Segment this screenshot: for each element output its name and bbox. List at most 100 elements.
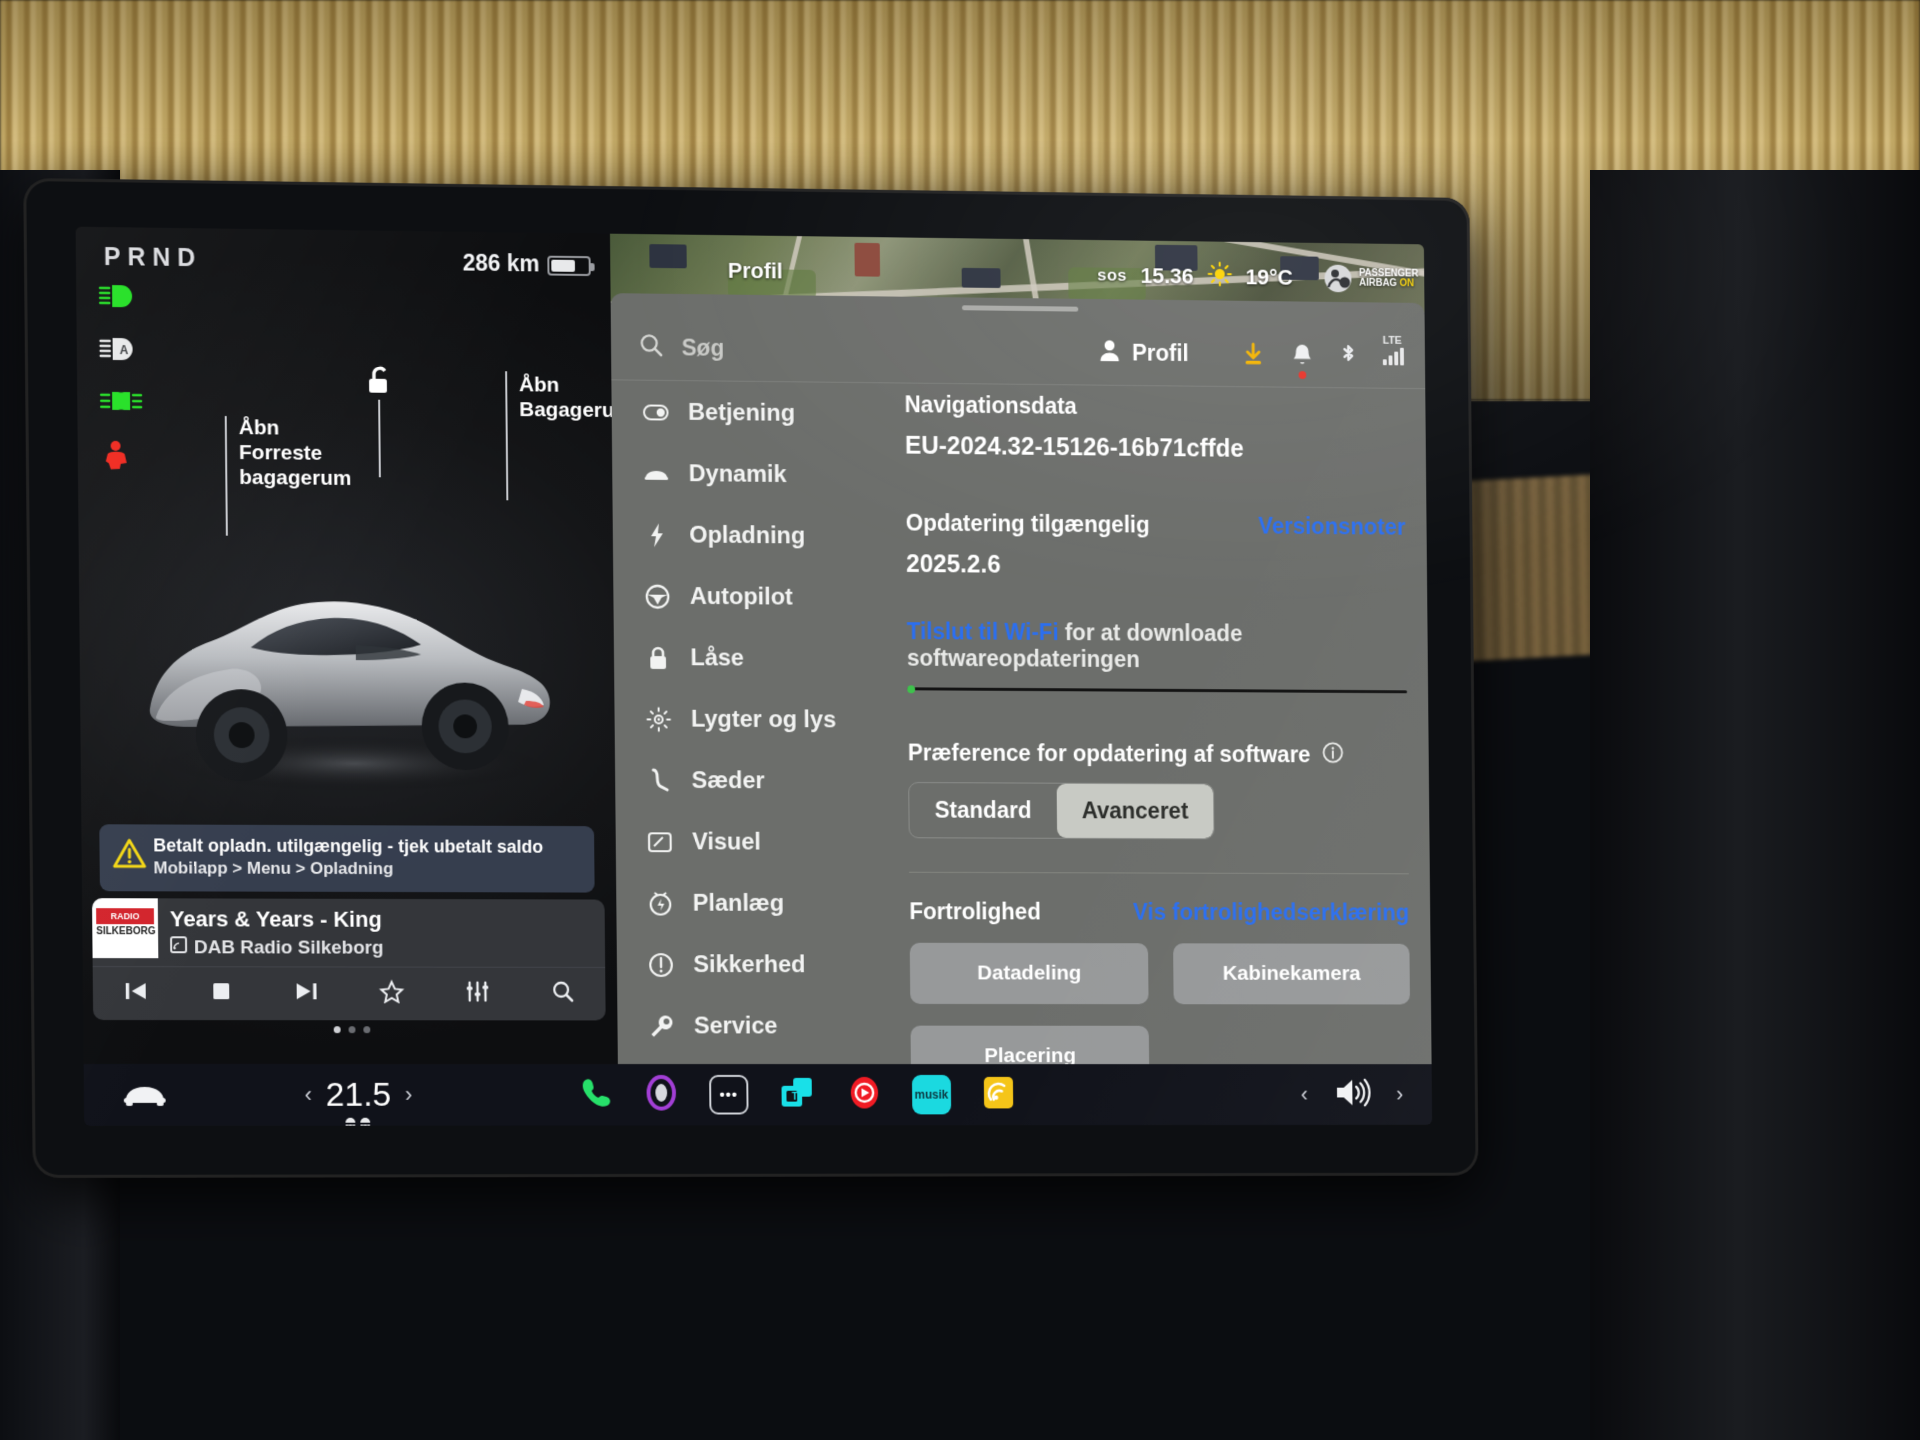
page-dot-3[interactable] [362,1026,370,1034]
sidebar-item-service[interactable]: Service [631,1007,893,1047]
open-front-trunk-label[interactable]: Åbn Forreste bagagerum [239,416,352,491]
youtube-music-app-icon[interactable] [846,1073,883,1115]
temperature-value[interactable]: 21.5 [326,1075,392,1126]
volume-increase-button[interactable]: › [1396,1082,1403,1107]
preference-option-avanceret[interactable]: Avanceret [1056,783,1214,839]
exclamation-circle-icon [648,952,674,978]
more-apps-icon[interactable]: ••• [708,1074,749,1115]
sidebar-item-planlaeg[interactable]: Planlæg [630,884,892,924]
notification-badge [1298,370,1307,379]
profile-label: Profil [1131,339,1189,366]
previous-track-button[interactable] [123,980,149,1007]
favorite-button[interactable] [379,979,405,1008]
front-trunk-pointer-line [224,416,228,536]
settings-panel[interactable]: Søg Profil LTE Betjening Dynamik Opladni… [610,293,1432,1108]
passenger-airbag-indicator: PASSENGER AIRBAG ON [1323,264,1418,295]
preference-option-standard[interactable]: Standard [909,783,1057,838]
volume-control[interactable]: ‹ › [1301,1076,1432,1112]
connect-wifi-link[interactable]: Tilslut til Wi-Fi [907,618,1059,645]
sidebar-item-visuel[interactable]: Visuel [629,822,891,862]
volume-decrease-button[interactable]: ‹ [1301,1082,1308,1107]
search-media-button[interactable] [550,980,576,1009]
sidebar-item-saeder[interactable]: Sæder [629,761,891,802]
privacy-tile-datadeling[interactable]: Datadeling [909,942,1149,1005]
update-preference-toggle[interactable]: Standard Avanceret [908,782,1215,840]
phone-app-icon[interactable] [578,1074,614,1115]
release-notes-link[interactable]: Versionsnoter [1258,513,1405,541]
toggle-switch-icon [643,404,669,420]
auto-high-beam-icon: A [99,336,143,367]
sidebar-item-opladning[interactable]: Opladning [626,515,888,557]
media-player-card[interactable]: RADIO SILKEBORG Years & Years - King DAB… [92,898,606,1021]
lock-icon [645,645,671,671]
toolbox-app-icon[interactable]: T [777,1073,816,1115]
app-launcher-icons[interactable]: ••• T musik [578,1073,1017,1116]
tesla-touchscreen[interactable]: PRND 286 km A Åbn Forreste bagagerum Åbn… [75,226,1433,1126]
section-divider [909,871,1409,875]
page-indicator-dots[interactable] [83,1026,617,1034]
info-circle-icon[interactable] [1322,742,1343,769]
car-icon [644,466,670,482]
sidebar-item-autopilot[interactable]: Autopilot [627,577,889,618]
now-playing-track: Years & Years - King [169,906,382,932]
dab-badge-icon [170,936,187,959]
sos-icon[interactable]: sos [1097,266,1127,286]
stop-button[interactable] [209,980,233,1007]
sun-icon [1207,261,1232,293]
panel-drag-handle[interactable] [961,305,1079,312]
charging-warning-toast[interactable]: Betalt opladn. utilgængelig - tjek ubeta… [99,824,595,893]
sidebar-item-betjening[interactable]: Betjening [625,392,887,434]
search-input[interactable]: Søg [638,332,1099,368]
notifications-bell-icon[interactable] [1291,342,1314,379]
station-logo-line2: SILKEBORG [96,926,156,938]
airbag-label-2: AIRBAG [1359,277,1397,289]
media-controls[interactable] [92,966,606,1021]
sidebar-label: Sæder [691,767,765,795]
rear-trunk-line1: Åbn [518,373,560,397]
temp-decrease-button[interactable]: ‹ [304,1082,312,1108]
status-profile-label[interactable]: Profil [728,258,783,284]
settings-menu[interactable]: Betjening Dynamik Opladning Autopilot Lå… [625,392,894,1126]
panel-header: Søg Profil LTE [610,314,1426,390]
bottom-taskbar[interactable]: ‹ 21.5 › ••• T musik ‹ › [83,1063,1433,1126]
nav-data-title: Navigationsdata [904,391,1078,419]
privacy-tile-kabinekamera[interactable]: Kabinekamera [1173,943,1410,1005]
lte-signal-icon[interactable]: LTE [1383,334,1404,365]
sidebar-item-laase[interactable]: Låse [628,638,890,679]
schedule-clock-icon [648,891,674,917]
bluetooth-icon[interactable] [1339,342,1358,370]
sidebar-item-sikkerhed[interactable]: Sikkerhed [630,945,892,985]
climate-temperature-control[interactable]: ‹ 21.5 › [304,1075,412,1126]
sidebar-label: Planlæg [692,889,785,917]
vehicle-render [118,527,576,818]
next-track-button[interactable] [293,980,319,1007]
seat-icon [646,768,672,794]
privacy-title: Fortrolighed [909,898,1041,925]
speaker-volume-icon[interactable] [1333,1076,1372,1112]
page-dot-1[interactable] [333,1026,341,1034]
sidebar-item-dynamik[interactable]: Dynamik [626,454,888,496]
audible-app-icon[interactable] [980,1073,1017,1115]
sidebar-item-lygter-og-lys[interactable]: Lygter og lys [628,700,890,741]
front-trunk-line1: Åbn [238,416,280,440]
airbag-icon [1323,264,1352,293]
car-front-icon[interactable] [122,1077,168,1112]
page-dot-2[interactable] [348,1026,356,1034]
person-icon [1099,338,1121,368]
temp-increase-button[interactable]: › [405,1082,412,1108]
media-source-label: DAB Radio Silkeborg [193,936,384,959]
nav-data-value: EU-2024.32-15126-16b71cffde [904,431,1244,463]
profile-button[interactable]: Profil [1099,338,1189,368]
amazon-music-app-icon[interactable]: musik [911,1074,952,1115]
svg-text:A: A [120,343,129,357]
seat-heater-icon[interactable] [344,1116,374,1126]
photo-background: PRND 286 km A Åbn Forreste bagagerum Åbn… [0,0,1920,1440]
car-status-view[interactable]: PRND 286 km A Åbn Forreste bagagerum Åbn… [75,226,633,1067]
software-download-icon[interactable] [1241,342,1266,368]
equalizer-button[interactable] [465,981,491,1008]
tesla-theatre-app-icon[interactable] [642,1073,680,1116]
download-progress-bar [907,685,1408,694]
gear-indicator: PRND [103,243,203,273]
unlock-icon[interactable] [365,364,395,405]
privacy-statement-link[interactable]: Vis fortrolighedserklæring [1133,899,1409,926]
